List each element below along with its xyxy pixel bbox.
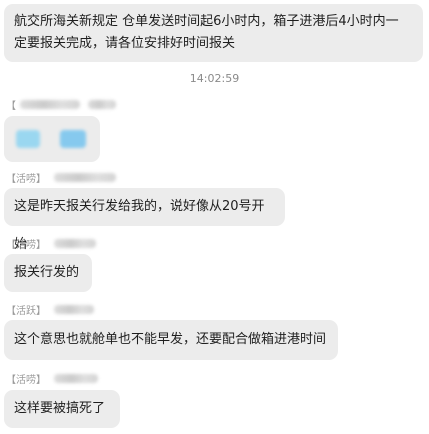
- sender-tag: 【: [6, 100, 16, 112]
- redacted-name: [54, 238, 96, 248]
- message-timestamp: 14:02:59: [189, 72, 240, 85]
- message-text: 这个意思也就舱单也不能早发，还要配合做箱进港时间: [14, 332, 327, 347]
- chat-history: 航交所海关新规定 仓单发送时间起6小时内，箱子进港后4小时内一 定要报关完成，请…: [0, 0, 429, 434]
- sender-label: 【活跃】: [6, 302, 94, 317]
- sender-tag: 【活跃】: [6, 305, 46, 317]
- sender-tag: 【活唠】: [6, 239, 46, 251]
- redacted-name: [54, 373, 98, 383]
- redacted-name: [20, 99, 80, 109]
- message-text-line: 定要报关完成，请各位安排好时间报关: [14, 36, 236, 51]
- sticker-bubble[interactable]: [4, 116, 100, 162]
- redacted-name: [88, 99, 116, 109]
- redacted-name: [54, 172, 116, 182]
- message-bubble[interactable]: 这是昨天报关行发给我的，说好像从20号开始: [4, 188, 285, 252]
- message-bubble[interactable]: 这个意思也就舱单也不能早发，还要配合做箱进港时间: [4, 320, 338, 360]
- message-bubble[interactable]: 报关行发的: [4, 254, 92, 292]
- sender-label: 【活唠】: [6, 170, 116, 185]
- sender-label: 【: [6, 97, 116, 112]
- message-text: 这样要被搞死了: [14, 401, 106, 416]
- sticker-image: [16, 130, 40, 148]
- message-text: 报关行发的: [14, 265, 80, 280]
- message-bubble[interactable]: 航交所海关新规定 仓单发送时间起6小时内，箱子进港后4小时内一 定要报关完成，请…: [4, 4, 423, 62]
- sender-label: 【活唠】: [6, 371, 98, 386]
- sender-label: 【活唠】: [6, 236, 96, 251]
- redacted-name: [54, 304, 94, 314]
- message-text: 这是昨天报关行发给我的，说好像从20号开始: [14, 199, 265, 252]
- message-text-line: 航交所海关新规定 仓单发送时间起6小时内，箱子进港后4小时内一: [14, 14, 399, 29]
- sticker-image: [60, 130, 86, 148]
- sender-tag: 【活唠】: [6, 374, 46, 386]
- message-bubble[interactable]: 这样要被搞死了: [4, 390, 120, 428]
- sender-tag: 【活唠】: [6, 173, 46, 185]
